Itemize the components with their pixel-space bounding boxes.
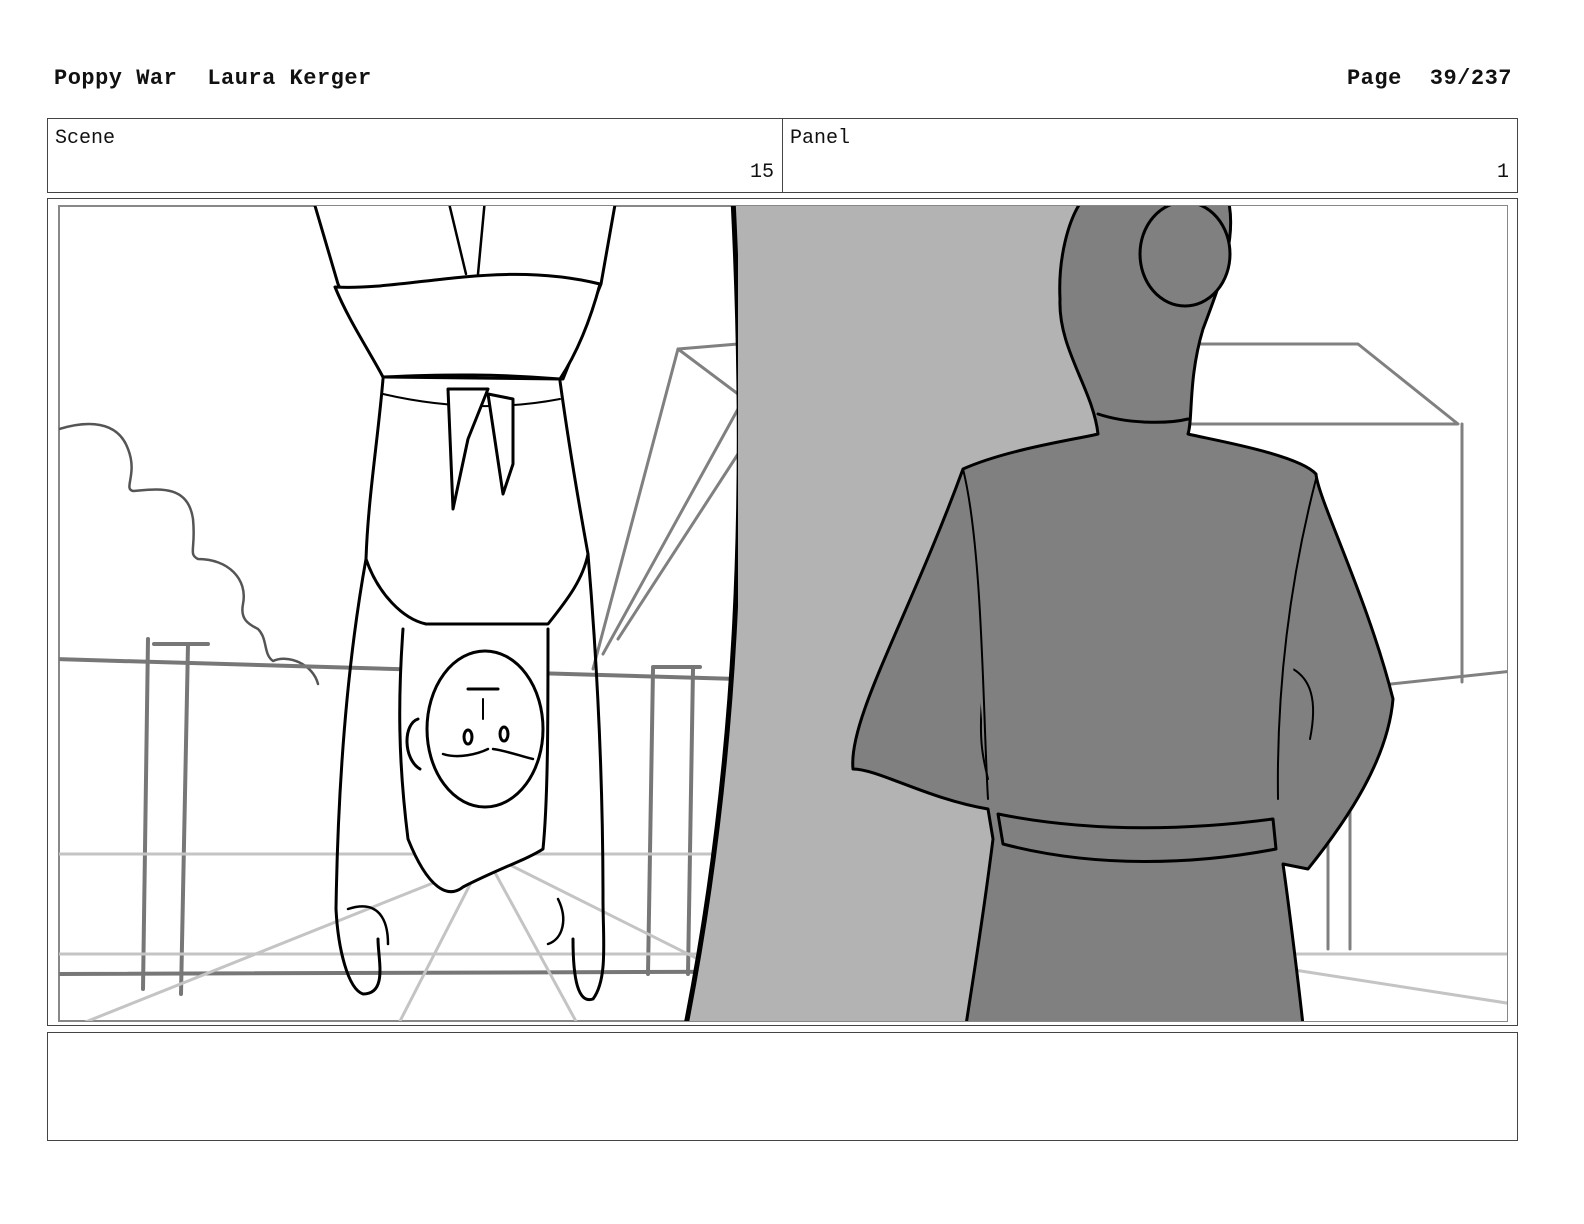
- artist-name: Laura Kerger: [207, 66, 372, 91]
- left-eye: [462, 728, 474, 746]
- scene-label: Scene: [55, 127, 116, 150]
- waistband: [333, 272, 602, 381]
- panel-number: 1: [1496, 161, 1509, 184]
- notes-box: [47, 1032, 1518, 1141]
- scene-number: 15: [749, 161, 774, 184]
- scene-panel-info: Scene 15 Panel 1: [47, 118, 1518, 193]
- page-label: Page: [1346, 66, 1402, 91]
- right-eye: [498, 725, 510, 743]
- page-number: 39/237: [1429, 66, 1512, 91]
- project-title: Poppy War: [54, 66, 178, 91]
- storyboard-sketch: [58, 205, 1508, 1022]
- header-title: Poppy War Laura Kerger: [54, 66, 372, 91]
- panel-cell: Panel 1: [782, 119, 1517, 192]
- page-indicator: Page 39/237: [1347, 66, 1512, 91]
- face: [425, 649, 545, 809]
- hair-bun: [1138, 206, 1232, 308]
- scene-cell: Scene 15: [48, 119, 782, 192]
- panel-label: Panel: [790, 127, 851, 150]
- storyboard-frame: [47, 198, 1518, 1026]
